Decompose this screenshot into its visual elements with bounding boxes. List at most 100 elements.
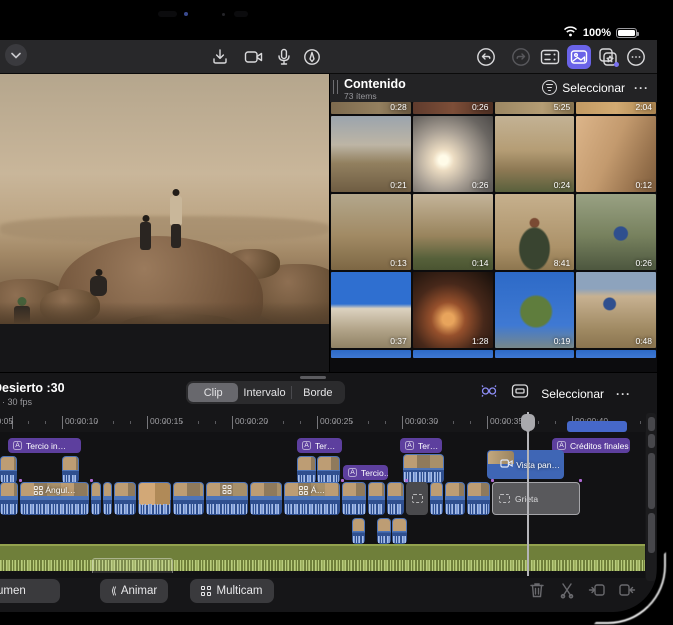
connect-point — [405, 479, 408, 482]
media-browser-icon[interactable] — [567, 45, 591, 69]
connected-clip-vista[interactable]: Vista pan… — [487, 450, 564, 479]
clip-duration: 0:24 — [553, 180, 571, 190]
title-clip[interactable]: A Créditos finales — [552, 438, 630, 453]
person-legs — [171, 224, 181, 248]
animate-button[interactable]: ⟨⟨ Animar — [100, 579, 169, 603]
panel-resize-handle[interactable] — [333, 80, 338, 94]
foreground-shadow — [0, 302, 329, 324]
timeline-clip[interactable] — [467, 482, 490, 515]
timeline-clip[interactable] — [387, 482, 404, 515]
timeline-clip[interactable] — [138, 482, 171, 515]
connected-clip-below[interactable] — [352, 518, 365, 544]
timeline-clip[interactable] — [114, 482, 136, 515]
chevron-down-button[interactable] — [5, 44, 27, 66]
redo-icon — [509, 45, 533, 69]
media-thumbnail[interactable]: 1:28 — [412, 272, 493, 348]
timeline-clip[interactable] — [250, 482, 282, 515]
media-thumbnail[interactable]: 0:26 — [412, 102, 493, 114]
multicam-button[interactable]: Multicam — [190, 579, 274, 603]
media-thumbnail[interactable]: 0:48 — [576, 272, 656, 348]
connected-clip[interactable] — [62, 456, 79, 483]
video-camera-icon[interactable] — [242, 45, 266, 69]
timeline-clip[interactable] — [368, 482, 385, 515]
audio-music-track[interactable] — [0, 544, 645, 573]
clip-duration: 0:21 — [390, 180, 407, 190]
timeline-ruler[interactable]: 00:00:05 00:00:10 00:00:15 00:00:20 00:0… — [0, 412, 645, 432]
media-thumbnail[interactable]: 8:41 — [494, 194, 575, 270]
browser-select-button[interactable]: Seleccionar — [562, 81, 625, 95]
more-icon[interactable] — [624, 45, 648, 69]
playhead-tip — [525, 429, 531, 434]
media-thumbnail[interactable]: 5:25 — [494, 102, 575, 114]
connected-clip[interactable] — [297, 456, 316, 483]
animate-label: Animar — [120, 585, 158, 597]
media-thumbnail[interactable]: 0:14 — [412, 194, 493, 270]
viewer-panel: 00:00:37:14 41% ··· — [0, 74, 329, 603]
import-icon[interactable] — [208, 45, 232, 69]
animate-icon: ⟨⟨ — [111, 585, 117, 597]
overview-icon[interactable] — [511, 383, 529, 404]
effects-icon[interactable] — [596, 45, 620, 69]
media-thumbnail[interactable]: 0:28 — [331, 102, 411, 114]
timeline-more-button[interactable]: ··· — [616, 387, 631, 401]
timeline-clip-multicam[interactable]: Ángul… — [20, 482, 89, 515]
mode-intervalo[interactable]: Intervalo — [239, 383, 289, 402]
media-thumbnail[interactable]: 2:04 — [576, 102, 656, 114]
title-badge: A — [348, 468, 357, 477]
timeline-clip[interactable] — [103, 482, 112, 515]
media-thumbnail[interactable]: 0:24 — [494, 116, 575, 192]
timeline-clip-gap[interactable]: G… — [406, 482, 428, 515]
media-thumbnail[interactable]: 0:21 — [331, 116, 411, 192]
inspector-icon[interactable] — [538, 45, 562, 69]
jog-wheel-icon[interactable] — [479, 383, 499, 404]
volume-button[interactable]: Volumen — [0, 579, 60, 603]
timeline-clip[interactable] — [0, 482, 18, 515]
undo-icon[interactable] — [474, 45, 498, 69]
viewer-video-frame[interactable] — [0, 74, 329, 324]
timeline-clip[interactable] — [173, 482, 204, 515]
multicam-grid-icon — [201, 586, 211, 596]
media-thumbnail[interactable] — [331, 350, 411, 358]
connected-clip[interactable] — [403, 454, 444, 483]
audio-highlight-segment — [92, 558, 173, 573]
timeline-clip-grieta-selected[interactable]: Grieta — [492, 482, 580, 515]
media-thumbnail[interactable]: 0:37 — [331, 272, 411, 348]
mode-clip[interactable]: Clip — [188, 383, 239, 402]
media-thumbnail[interactable]: 0:13 — [331, 194, 411, 270]
connected-clip-below[interactable] — [392, 518, 407, 544]
timeline-select-button[interactable]: Seleccionar — [541, 387, 604, 401]
connected-clip-below[interactable] — [377, 518, 391, 544]
media-thumbnail[interactable]: 0:26 — [412, 116, 493, 192]
connected-clip[interactable] — [0, 456, 17, 483]
title-clip[interactable]: A Ter… — [297, 438, 342, 453]
playhead-line[interactable] — [527, 412, 529, 576]
timeline-clip[interactable] — [91, 482, 101, 515]
title-clip[interactable]: A Tercio in… — [8, 438, 81, 453]
browser-more-button[interactable]: ··· — [634, 81, 649, 95]
media-thumbnail[interactable]: 0:19 — [494, 272, 575, 348]
media-thumbnail[interactable] — [576, 350, 656, 358]
media-thumbnail[interactable] — [494, 350, 575, 358]
media-thumbnail[interactable]: 0:12 — [576, 116, 656, 192]
timeline-drag-handle[interactable] — [300, 376, 326, 379]
microphone-icon[interactable] — [272, 45, 296, 69]
timeline-clip-multicam[interactable]: Á… — [284, 482, 340, 515]
ruler-label: 00:00:10 — [65, 416, 99, 426]
media-thumbnail[interactable] — [412, 350, 493, 358]
connect-point — [491, 479, 494, 482]
timeline-clip[interactable] — [430, 482, 443, 515]
connected-clip[interactable] — [317, 456, 340, 483]
title-clip[interactable]: A Tercio… — [343, 465, 388, 480]
filter-icon[interactable] — [542, 80, 557, 95]
pencil-circle-icon[interactable] — [300, 45, 324, 69]
media-thumbnail[interactable]: 0:26 — [576, 194, 656, 270]
timeline-clip-multicam[interactable] — [206, 482, 248, 515]
clip-duration: 0:14 — [471, 258, 489, 268]
connected-clip-bar[interactable] — [567, 421, 627, 432]
timeline-clip[interactable] — [445, 482, 465, 515]
title-clip[interactable]: A Ter… — [400, 438, 442, 453]
timeline-clip[interactable] — [342, 482, 366, 515]
mode-borde[interactable]: Borde — [293, 383, 343, 402]
title-badge: A — [13, 441, 22, 450]
right-bezel — [657, 0, 673, 625]
